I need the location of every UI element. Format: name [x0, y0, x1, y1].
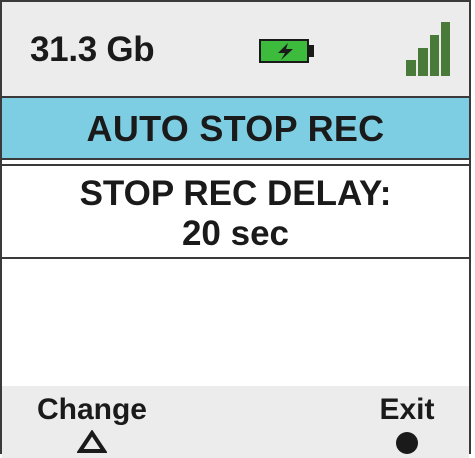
filled-circle-icon — [396, 432, 418, 454]
setting-value: 20 sec — [181, 214, 290, 253]
status-bar: 31.3 Gb — [2, 2, 469, 98]
storage-remaining: 31.3 Gb — [30, 30, 155, 69]
exit-label: Exit — [379, 393, 435, 426]
softkey-bar: Change Exit — [2, 386, 469, 458]
menu-title-bar: AUTO STOP REC — [2, 98, 469, 160]
triangle-up-icon — [77, 430, 107, 453]
change-label: Change — [36, 393, 147, 426]
battery-charging-icon — [259, 39, 314, 63]
setting-item[interactable]: STOP REC DELAY: 20 sec — [2, 164, 469, 259]
change-softkey[interactable]: Change — [12, 392, 172, 454]
setting-label: STOP REC DELAY: — [79, 174, 392, 213]
exit-softkey[interactable]: Exit — [362, 392, 452, 456]
device-screen: 31.3 Gb AUTO STOP REC STOP REC DELAY: 20… — [0, 0, 471, 458]
signal-strength-icon — [406, 22, 450, 76]
menu-title: AUTO STOP REC — [86, 108, 385, 149]
